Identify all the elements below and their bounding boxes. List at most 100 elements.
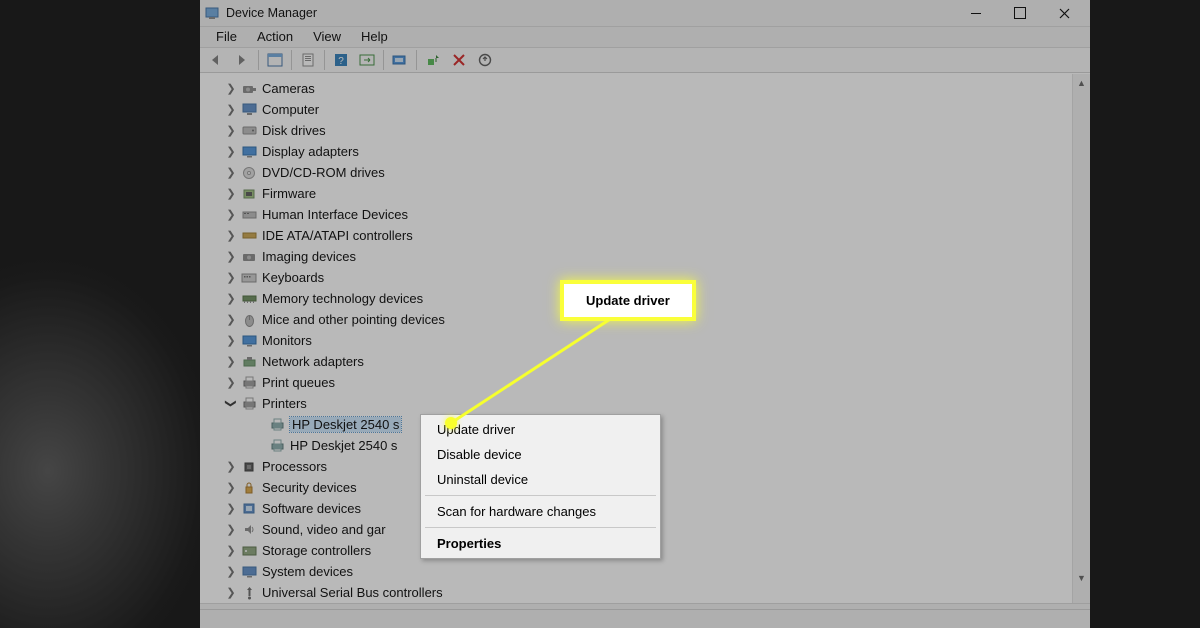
- expand-icon[interactable]: ❯: [224, 145, 238, 158]
- security-icon: [240, 480, 258, 496]
- ctx-separator: [425, 495, 656, 496]
- menu-help[interactable]: Help: [353, 27, 396, 46]
- tree-item-cameras[interactable]: ❯ Cameras: [200, 78, 1072, 99]
- tree-label: IDE ATA/ATAPI controllers: [262, 228, 413, 243]
- menu-action[interactable]: Action: [249, 27, 301, 46]
- computer-icon: [240, 102, 258, 118]
- maximize-button[interactable]: [998, 0, 1042, 26]
- collapse-icon[interactable]: ❯: [225, 397, 238, 411]
- expand-icon[interactable]: ❯: [224, 544, 238, 557]
- menu-file[interactable]: File: [208, 27, 245, 46]
- expand-icon[interactable]: ❯: [224, 523, 238, 536]
- menu-view[interactable]: View: [305, 27, 349, 46]
- expand-icon[interactable]: ❯: [224, 565, 238, 578]
- expand-icon[interactable]: ❯: [224, 250, 238, 263]
- expand-icon[interactable]: ❯: [224, 313, 238, 326]
- expand-icon[interactable]: ❯: [224, 586, 238, 599]
- toolbar: ?: [200, 48, 1090, 74]
- tree-label: Cameras: [262, 81, 315, 96]
- printer-icon: [268, 417, 286, 433]
- expand-icon[interactable]: ❯: [224, 355, 238, 368]
- expand-icon[interactable]: ❯: [224, 229, 238, 242]
- tree-item-ide[interactable]: ❯ IDE ATA/ATAPI controllers: [200, 225, 1072, 246]
- tree-label: Printers: [262, 396, 307, 411]
- callout-text: Update driver: [586, 293, 670, 308]
- hid-icon: [240, 207, 258, 223]
- help-button[interactable]: ?: [329, 49, 353, 71]
- tree-label: Security devices: [262, 480, 357, 495]
- expand-icon[interactable]: ❯: [224, 124, 238, 137]
- uninstall-device-button[interactable]: [473, 49, 497, 71]
- tree-item-display-adapters[interactable]: ❯ Display adapters: [200, 141, 1072, 162]
- expand-icon[interactable]: ❯: [224, 187, 238, 200]
- network-icon: [240, 354, 258, 370]
- minimize-button[interactable]: [954, 0, 998, 26]
- tree-item-printers[interactable]: ❯ Printers: [200, 393, 1072, 414]
- tree-item-firmware[interactable]: ❯ Firmware: [200, 183, 1072, 204]
- tree-label: Monitors: [262, 333, 312, 348]
- tree-item-system[interactable]: ❯ System devices: [200, 561, 1072, 582]
- tree-label: Computer: [262, 102, 319, 117]
- scroll-up-icon[interactable]: ▲: [1073, 74, 1090, 91]
- usb-icon: [240, 585, 258, 601]
- tree-item-network[interactable]: ❯ Network adapters: [200, 351, 1072, 372]
- expand-icon[interactable]: ❯: [224, 334, 238, 347]
- expand-icon[interactable]: ❯: [224, 502, 238, 515]
- ctx-properties[interactable]: Properties: [423, 531, 658, 556]
- tree-label: DVD/CD-ROM drives: [262, 165, 385, 180]
- tree-label: Firmware: [262, 186, 316, 201]
- tree-label: HP Deskjet 2540 s: [290, 417, 401, 432]
- tree-item-dvd[interactable]: ❯ DVD/CD-ROM drives: [200, 162, 1072, 183]
- tree-item-disk-drives[interactable]: ❯ Disk drives: [200, 120, 1072, 141]
- software-icon: [240, 501, 258, 517]
- tree-label: Processors: [262, 459, 327, 474]
- tree-item-imaging[interactable]: ❯ Imaging devices: [200, 246, 1072, 267]
- sound-icon: [240, 522, 258, 538]
- scroll-down-icon[interactable]: ▼: [1073, 569, 1090, 586]
- forward-button[interactable]: [230, 49, 254, 71]
- update-driver-button[interactable]: [421, 49, 445, 71]
- expand-icon[interactable]: ❯: [224, 103, 238, 116]
- properties-button[interactable]: [296, 49, 320, 71]
- expand-icon[interactable]: ❯: [224, 481, 238, 494]
- disk-icon: [240, 123, 258, 139]
- tree-item-hid[interactable]: ❯ Human Interface Devices: [200, 204, 1072, 225]
- printer-icon: [240, 375, 258, 391]
- ide-icon: [240, 228, 258, 244]
- system-icon: [240, 564, 258, 580]
- vertical-scrollbar[interactable]: ▲ ▼: [1072, 74, 1090, 603]
- disable-device-button[interactable]: [447, 49, 471, 71]
- expand-icon[interactable]: ❯: [224, 208, 238, 221]
- app-icon: [204, 5, 220, 21]
- expand-icon[interactable]: ❯: [224, 460, 238, 473]
- scan-hardware-button[interactable]: [388, 49, 412, 71]
- tree-label: Memory technology devices: [262, 291, 423, 306]
- tree-item-monitors[interactable]: ❯ Monitors: [200, 330, 1072, 351]
- tree-label: HP Deskjet 2540 s: [290, 438, 397, 453]
- close-button[interactable]: [1042, 0, 1086, 26]
- ctx-uninstall[interactable]: Uninstall device: [423, 467, 658, 492]
- dvd-icon: [240, 165, 258, 181]
- tree-label: Software devices: [262, 501, 361, 516]
- svg-text:?: ?: [338, 56, 344, 67]
- tree-item-computer[interactable]: ❯ Computer: [200, 99, 1072, 120]
- expand-icon[interactable]: ❯: [224, 271, 238, 284]
- ctx-disable-device[interactable]: Disable device: [423, 442, 658, 467]
- firmware-icon: [240, 186, 258, 202]
- tree-label: Keyboards: [262, 270, 324, 285]
- expand-icon[interactable]: ❯: [224, 376, 238, 389]
- storage-icon: [240, 543, 258, 559]
- tree-label: Print queues: [262, 375, 335, 390]
- expand-icon[interactable]: ❯: [224, 166, 238, 179]
- imaging-icon: [240, 249, 258, 265]
- mouse-icon: [240, 312, 258, 328]
- show-hide-tree-button[interactable]: [263, 49, 287, 71]
- tree-item-usb[interactable]: ❯ Universal Serial Bus controllers: [200, 582, 1072, 603]
- toolbar-icon-a[interactable]: [355, 49, 379, 71]
- expand-icon[interactable]: ❯: [224, 292, 238, 305]
- ctx-update-driver[interactable]: Update driver: [423, 417, 658, 442]
- expand-icon[interactable]: ❯: [224, 82, 238, 95]
- back-button[interactable]: [204, 49, 228, 71]
- ctx-scan-hardware[interactable]: Scan for hardware changes: [423, 499, 658, 524]
- tree-item-print-queues[interactable]: ❯ Print queues: [200, 372, 1072, 393]
